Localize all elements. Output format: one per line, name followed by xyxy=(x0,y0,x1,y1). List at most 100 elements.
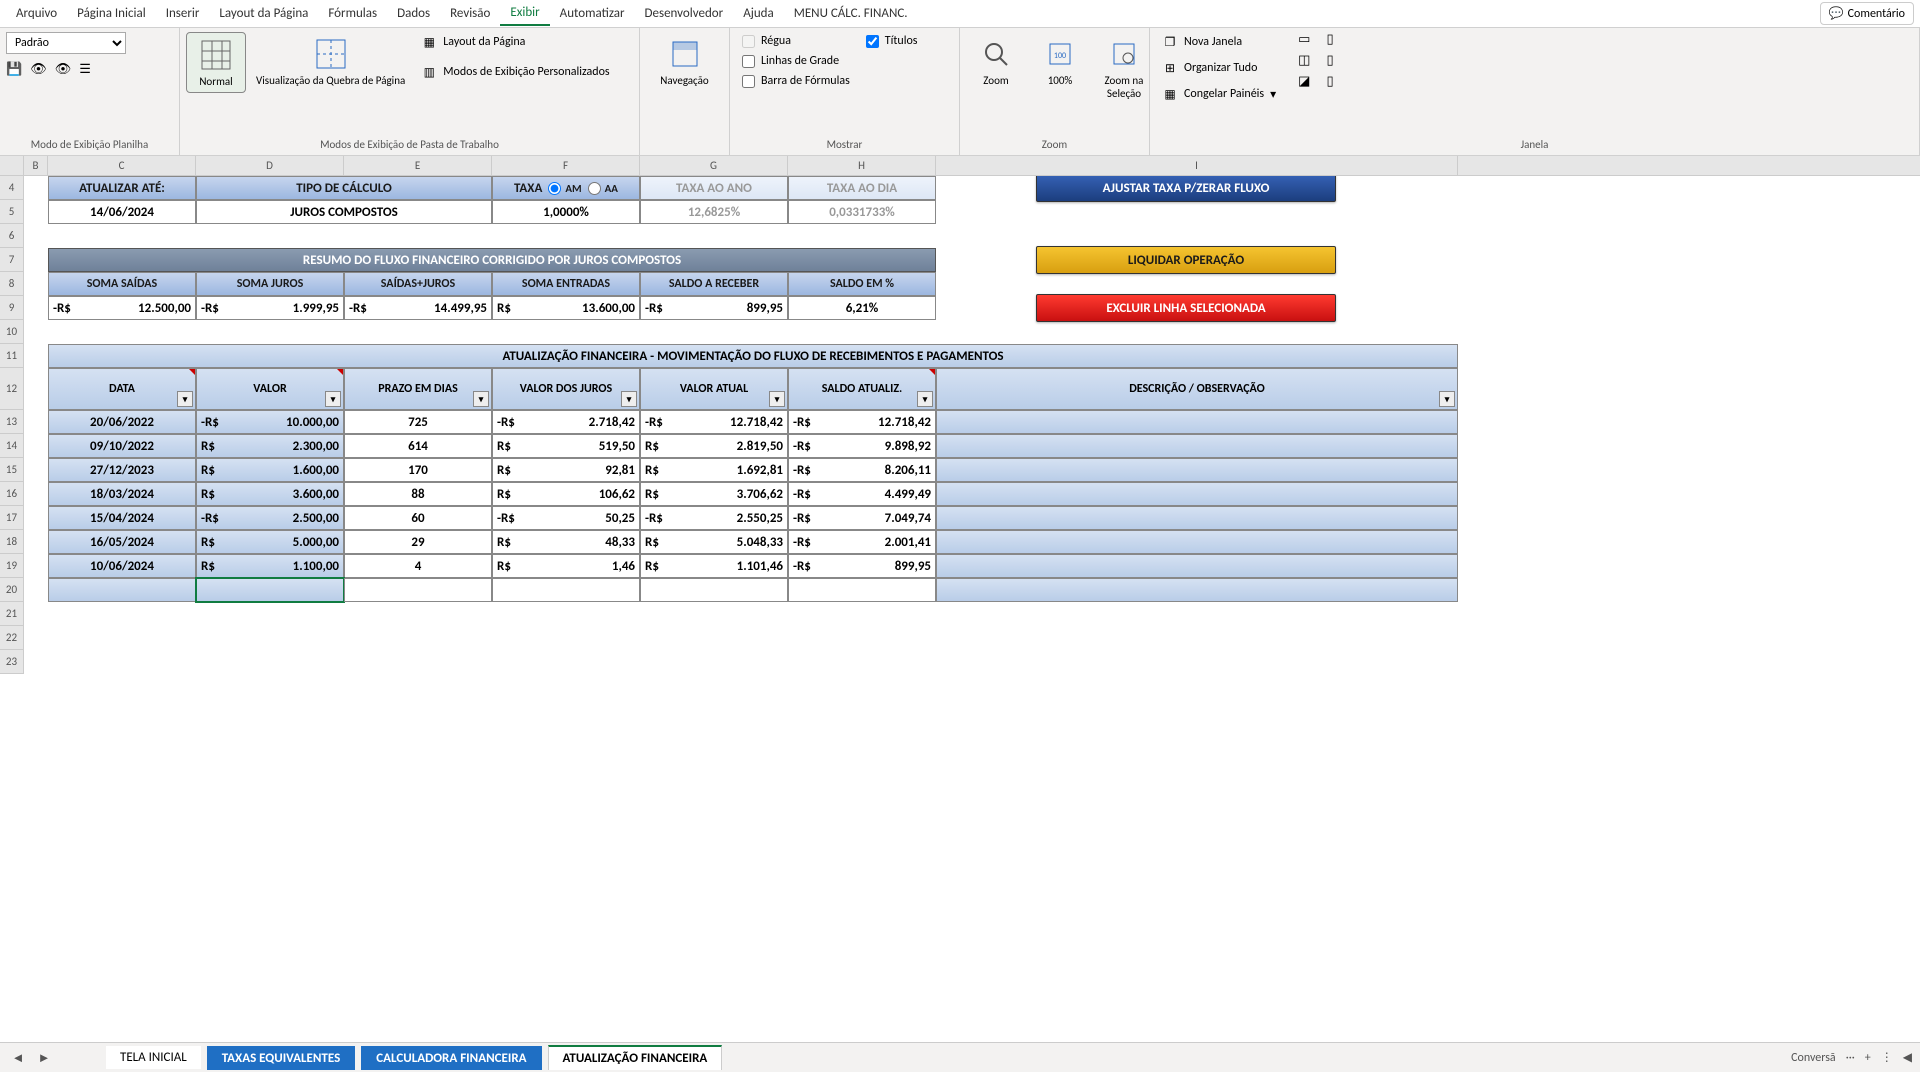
fluxo-data-1[interactable]: 09/10/2022 xyxy=(48,434,196,458)
row-header-22[interactable]: 22 xyxy=(0,626,23,650)
fluxo-header-6[interactable]: DESCRIÇÃO / OBSERVAÇÃO▾ xyxy=(936,368,1458,410)
fluxo-desc-4[interactable] xyxy=(936,506,1458,530)
unhide-icon[interactable]: ◪ xyxy=(1298,74,1310,89)
page-break-view-button[interactable]: Visualização da Quebra de Página xyxy=(250,32,411,91)
row-header-8[interactable]: 8 xyxy=(0,272,23,296)
empty-data-cell[interactable] xyxy=(48,578,196,602)
atualizar-ate-value[interactable]: 14/06/2024 xyxy=(48,200,196,224)
fluxo-data-6[interactable]: 10/06/2024 xyxy=(48,554,196,578)
row-header-20[interactable]: 20 xyxy=(0,578,23,602)
col-header-b[interactable]: B xyxy=(24,156,48,175)
fluxo-valor-0[interactable]: -R$10.000,00 xyxy=(196,410,344,434)
hide-icon[interactable]: ◫ xyxy=(1298,53,1310,68)
tab-conversa[interactable]: Conversã xyxy=(1791,1051,1836,1065)
filter-dropdown-2[interactable]: ▾ xyxy=(473,391,489,407)
fluxo-data-4[interactable]: 15/04/2024 xyxy=(48,506,196,530)
list-icon[interactable]: ☰ xyxy=(79,62,91,77)
row-header-5[interactable]: 5 xyxy=(0,200,23,224)
fluxo-valor-2[interactable]: R$1.600,00 xyxy=(196,458,344,482)
normal-view-button[interactable]: Normal xyxy=(186,32,246,93)
menu-automatizar[interactable]: Automatizar xyxy=(550,2,635,25)
fluxo-header-3[interactable]: VALOR DOS JUROS▾ xyxy=(492,368,640,410)
row-header-6[interactable]: 6 xyxy=(0,224,23,248)
custom-views-button[interactable]: ▥ Modos de Exibição Personalizados xyxy=(415,62,615,82)
formula-bar-checkbox[interactable]: Barra de Fórmulas xyxy=(736,72,856,90)
filter-dropdown-0[interactable]: ▾ xyxy=(177,391,193,407)
eye-icon[interactable]: 👁 xyxy=(30,62,47,77)
row-header-7[interactable]: 7 xyxy=(0,248,23,272)
gridlines-checkbox[interactable]: Linhas de Grade xyxy=(736,52,856,70)
new-window-button[interactable]: ❐Nova Janela xyxy=(1156,32,1282,52)
empty-prazo-cell[interactable] xyxy=(344,578,492,602)
fluxo-data-0[interactable]: 20/06/2022 xyxy=(48,410,196,434)
menu-revisao[interactable]: Revisão xyxy=(440,2,500,25)
select-all-corner[interactable] xyxy=(0,156,24,176)
col-header-h[interactable]: H xyxy=(788,156,936,175)
menu-pagina-inicial[interactable]: Página Inicial xyxy=(67,2,156,25)
fluxo-valor-3[interactable]: R$3.600,00 xyxy=(196,482,344,506)
row-header-10[interactable]: 10 xyxy=(0,320,23,344)
menu-desenvolvedor[interactable]: Desenvolvedor xyxy=(635,2,734,25)
taxa-value[interactable]: 1,0000% xyxy=(492,200,640,224)
row-header-12[interactable]: 12 xyxy=(0,368,23,410)
fluxo-data-3[interactable]: 18/03/2024 xyxy=(48,482,196,506)
page-layout-button[interactable]: ▦ Layout da Página xyxy=(415,32,615,52)
comments-button[interactable]: 💬 Comentário xyxy=(1820,2,1914,25)
col-header-c[interactable]: C xyxy=(48,156,196,175)
filter-dropdown-3[interactable]: ▾ xyxy=(621,391,637,407)
zoom-button[interactable]: Zoom xyxy=(966,32,1026,91)
menu-calc-financ[interactable]: MENU CÁLC. FINANC. xyxy=(784,2,918,25)
col-header-f[interactable]: F xyxy=(492,156,640,175)
empty-saldo-cell[interactable] xyxy=(788,578,936,602)
sheet-tab-calc[interactable]: CALCULADORA FINANCEIRA xyxy=(361,1046,541,1070)
split-icon[interactable]: ▭ xyxy=(1298,32,1310,47)
active-cell-d20[interactable] xyxy=(196,578,344,602)
win-icon-1[interactable]: ▯ xyxy=(1326,32,1333,47)
fluxo-desc-2[interactable] xyxy=(936,458,1458,482)
filter-dropdown-5[interactable]: ▾ xyxy=(917,391,933,407)
fluxo-desc-0[interactable] xyxy=(936,410,1458,434)
filter-dropdown-4[interactable]: ▾ xyxy=(769,391,785,407)
arrange-all-button[interactable]: ⊞Organizar Tudo xyxy=(1156,58,1282,78)
row-header-16[interactable]: 16 xyxy=(0,482,23,506)
filter-dropdown-6[interactable]: ▾ xyxy=(1439,391,1455,407)
tipo-calculo-value[interactable]: JUROS COMPOSTOS xyxy=(196,200,492,224)
view-mode-select[interactable]: Padrão xyxy=(6,32,126,54)
fluxo-valor-5[interactable]: R$5.000,00 xyxy=(196,530,344,554)
sheet-tab-inicial[interactable]: TELA INICIAL xyxy=(106,1046,201,1069)
zoom-selection-button[interactable]: Zoom na Seleção xyxy=(1094,32,1154,104)
save-icon[interactable]: 💾 xyxy=(6,62,22,77)
tab-nav-prev[interactable]: ◄ xyxy=(8,1048,28,1068)
freeze-panes-button[interactable]: ▦Congelar Painéis▾ xyxy=(1156,84,1282,104)
tab-nav-left[interactable]: ◀ xyxy=(1903,1050,1912,1065)
fluxo-desc-5[interactable] xyxy=(936,530,1458,554)
navigation-button[interactable]: Navegação xyxy=(654,32,714,91)
headings-checkbox[interactable]: Títulos xyxy=(860,32,924,50)
sheet-tab-taxas[interactable]: TAXAS EQUIVALENTES xyxy=(207,1046,355,1070)
ruler-checkbox[interactable]: Régua xyxy=(736,32,856,50)
menu-inserir[interactable]: Inserir xyxy=(156,2,210,25)
row-header-4[interactable]: 4 xyxy=(0,176,23,200)
sheet-tab-atualizacao[interactable]: ATUALIZAÇÃO FINANCEIRA xyxy=(548,1045,723,1070)
fluxo-data-2[interactable]: 27/12/2023 xyxy=(48,458,196,482)
row-header-19[interactable]: 19 xyxy=(0,554,23,578)
row-header-21[interactable]: 21 xyxy=(0,602,23,626)
liquidar-button[interactable]: LIQUIDAR OPERAÇÃO xyxy=(1036,246,1336,274)
fluxo-desc-6[interactable] xyxy=(936,554,1458,578)
col-header-d[interactable]: D xyxy=(196,156,344,175)
menu-dados[interactable]: Dados xyxy=(387,2,440,25)
fluxo-header-1[interactable]: VALOR▾ xyxy=(196,368,344,410)
fluxo-data-5[interactable]: 16/05/2024 xyxy=(48,530,196,554)
fluxo-valor-6[interactable]: R$1.100,00 xyxy=(196,554,344,578)
row-header-18[interactable]: 18 xyxy=(0,530,23,554)
empty-desc-cell[interactable] xyxy=(936,578,1458,602)
row-header-23[interactable]: 23 xyxy=(0,650,23,674)
fluxo-desc-3[interactable] xyxy=(936,482,1458,506)
excluir-button[interactable]: EXCLUIR LINHA SELECIONADA xyxy=(1036,294,1336,322)
row-header-9[interactable]: 9 xyxy=(0,296,23,320)
tab-overflow[interactable]: ··· xyxy=(1846,1051,1855,1065)
fluxo-desc-1[interactable] xyxy=(936,434,1458,458)
fluxo-valor-4[interactable]: -R$2.500,00 xyxy=(196,506,344,530)
row-header-14[interactable]: 14 xyxy=(0,434,23,458)
col-header-i[interactable]: I xyxy=(936,156,1458,175)
